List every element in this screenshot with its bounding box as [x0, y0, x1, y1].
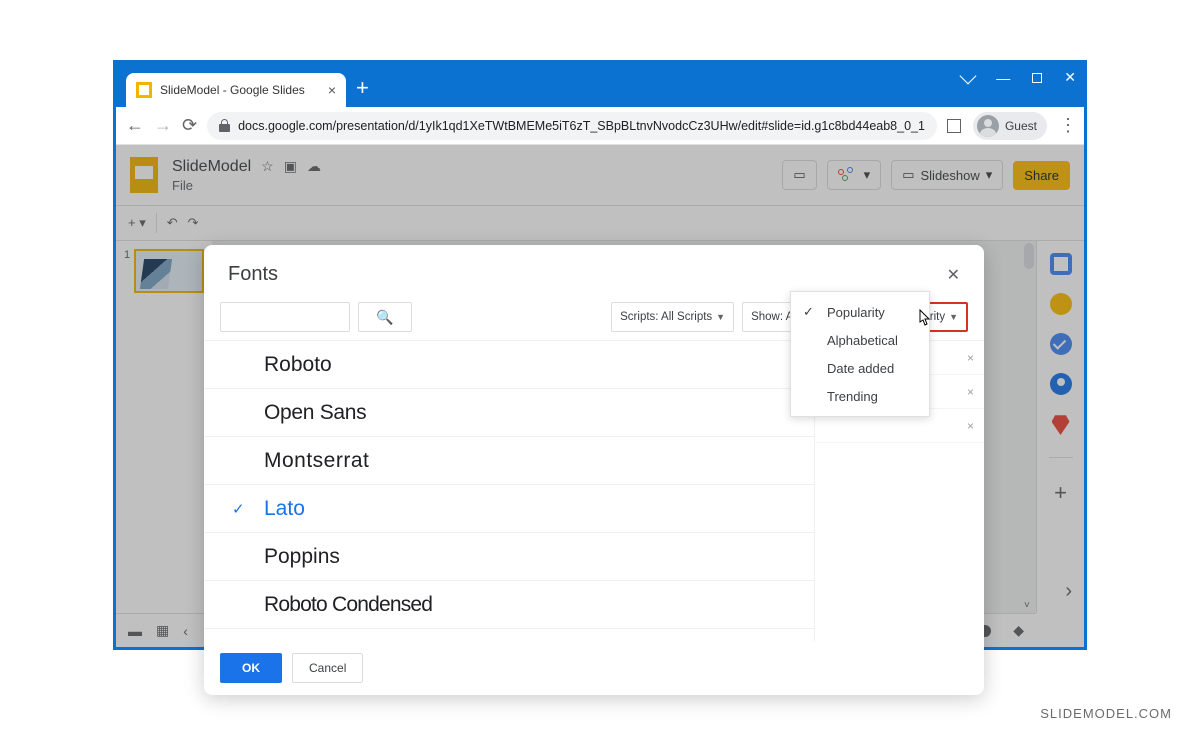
font-item-poppins[interactable]: Poppins — [204, 533, 814, 581]
remove-font-icon[interactable]: × — [967, 385, 974, 399]
address-bar: ← → ⟳ docs.google.com/presentation/d/1yI… — [116, 107, 1084, 145]
comments-button[interactable]: ▭ — [782, 160, 816, 190]
vertical-scrollbar[interactable]: ˄ ˅ — [1022, 241, 1036, 613]
profile-chip[interactable]: Guest — [973, 112, 1047, 140]
slide-number: 1 — [124, 249, 130, 293]
font-item-robotocondensed[interactable]: Roboto Condensed — [204, 581, 814, 629]
cloud-status-icon[interactable]: ☁ — [307, 158, 321, 175]
undo-button[interactable]: ↶ — [167, 215, 178, 231]
app-header: SlideModel ☆ ▣ ☁ File ▭ ▾ ▭Slideshow▾ Sh… — [116, 145, 1084, 205]
profile-label: Guest — [1005, 119, 1037, 133]
font-item-lato[interactable]: Lato — [204, 485, 814, 533]
dialog-title: Fonts — [228, 263, 278, 286]
slideshow-icon: ▭ — [902, 167, 914, 183]
keep-icon[interactable] — [1050, 293, 1072, 315]
new-tab-button[interactable]: + — [356, 75, 369, 101]
slideshow-button[interactable]: ▭Slideshow▾ — [891, 160, 1003, 190]
browser-tab[interactable]: SlideModel - Google Slides × — [126, 73, 346, 107]
window-dropdown-icon[interactable] — [960, 67, 977, 84]
meet-icon — [838, 167, 858, 183]
filmstrip-view-icon[interactable]: ▬ — [128, 623, 142, 639]
sort-dropdown-menu: Popularity Alphabetical Date added Trend… — [790, 291, 930, 417]
lock-icon — [219, 119, 230, 132]
browser-window: SlideModel - Google Slides × + — ✕ ← → ⟳… — [113, 60, 1087, 650]
slide-thumbnail[interactable] — [134, 249, 204, 293]
doc-title[interactable]: SlideModel — [172, 158, 251, 176]
sort-option-alphabetical[interactable]: Alphabetical — [791, 326, 929, 354]
menu-file[interactable]: File — [172, 178, 321, 193]
slides-favicon-icon — [136, 82, 152, 98]
right-sidebar: + — [1036, 241, 1084, 613]
avatar-icon — [977, 115, 999, 137]
browser-menu-icon[interactable]: ⋮ — [1059, 115, 1077, 136]
window-controls: — ✕ — [962, 69, 1076, 86]
new-slide-button[interactable]: + ▾ — [128, 215, 146, 231]
remove-font-icon[interactable]: × — [967, 419, 974, 433]
prev-icon[interactable]: ‹ — [183, 623, 188, 639]
watermark: SLIDEMODEL.COM — [1040, 706, 1172, 721]
search-icon: 🔍 — [376, 309, 393, 326]
fonts-dialog: Fonts ✕ 🔍 Scripts: All Scripts▼ Show: Al… — [204, 245, 984, 695]
maps-icon[interactable] — [1052, 413, 1070, 435]
window-maximize-icon[interactable] — [1032, 73, 1042, 83]
share-button[interactable]: Share — [1013, 161, 1070, 190]
nav-back-icon[interactable]: ← — [126, 115, 144, 136]
move-icon[interactable]: ▣ — [284, 158, 297, 175]
toolbar: + ▾ ↶ ↷ — [116, 205, 1084, 241]
ok-button[interactable]: OK — [220, 653, 282, 683]
slide-panel: 1 — [116, 241, 212, 613]
grid-view-icon[interactable]: ▦ — [156, 622, 169, 639]
sort-option-popularity[interactable]: Popularity — [791, 298, 929, 326]
collapse-rail-icon[interactable]: › — [1065, 580, 1072, 603]
tab-title: SlideModel - Google Slides — [160, 83, 320, 97]
star-icon[interactable]: ☆ — [261, 158, 274, 175]
contacts-icon[interactable] — [1050, 373, 1072, 395]
explore-icon[interactable]: ◆ — [1013, 622, 1024, 639]
slides-logo-icon[interactable] — [130, 157, 158, 193]
font-item-opensans[interactable]: Open Sans — [204, 389, 814, 437]
side-panel-icon[interactable] — [947, 119, 961, 133]
comment-icon: ▭ — [793, 167, 805, 183]
tasks-icon[interactable] — [1050, 333, 1072, 355]
sort-option-date-added[interactable]: Date added — [791, 354, 929, 382]
remove-font-icon[interactable]: × — [967, 351, 974, 365]
window-close-icon[interactable]: ✕ — [1064, 69, 1076, 86]
tab-close-icon[interactable]: × — [328, 82, 336, 98]
font-list[interactable]: Roboto Open Sans Montserrat Lato Poppins… — [204, 341, 814, 641]
cursor-pointer-icon — [918, 309, 932, 327]
scripts-filter-button[interactable]: Scripts: All Scripts▼ — [611, 302, 734, 332]
nav-forward-icon: → — [154, 115, 172, 136]
font-search-input[interactable] — [220, 302, 350, 332]
meet-button[interactable]: ▾ — [827, 160, 882, 190]
sort-option-trending[interactable]: Trending — [791, 382, 929, 410]
nav-reload-icon[interactable]: ⟳ — [182, 115, 197, 136]
search-button[interactable]: 🔍 — [358, 302, 412, 332]
font-item-roboto[interactable]: Roboto — [204, 341, 814, 389]
cancel-button[interactable]: Cancel — [292, 653, 363, 683]
font-item-montserrat[interactable]: Montserrat — [204, 437, 814, 485]
calendar-icon[interactable] — [1050, 253, 1072, 275]
url-text: docs.google.com/presentation/d/1yIk1qd1X… — [238, 119, 925, 133]
app-body: SlideModel ☆ ▣ ☁ File ▭ ▾ ▭Slideshow▾ Sh… — [116, 145, 1084, 647]
redo-button[interactable]: ↷ — [188, 215, 199, 231]
url-field[interactable]: docs.google.com/presentation/d/1yIk1qd1X… — [207, 112, 937, 140]
browser-titlebar: SlideModel - Google Slides × + — ✕ — [116, 63, 1084, 107]
dialog-close-button[interactable]: ✕ — [947, 265, 960, 285]
window-minimize-icon[interactable]: — — [996, 70, 1010, 86]
addons-plus-icon[interactable]: + — [1054, 480, 1067, 506]
